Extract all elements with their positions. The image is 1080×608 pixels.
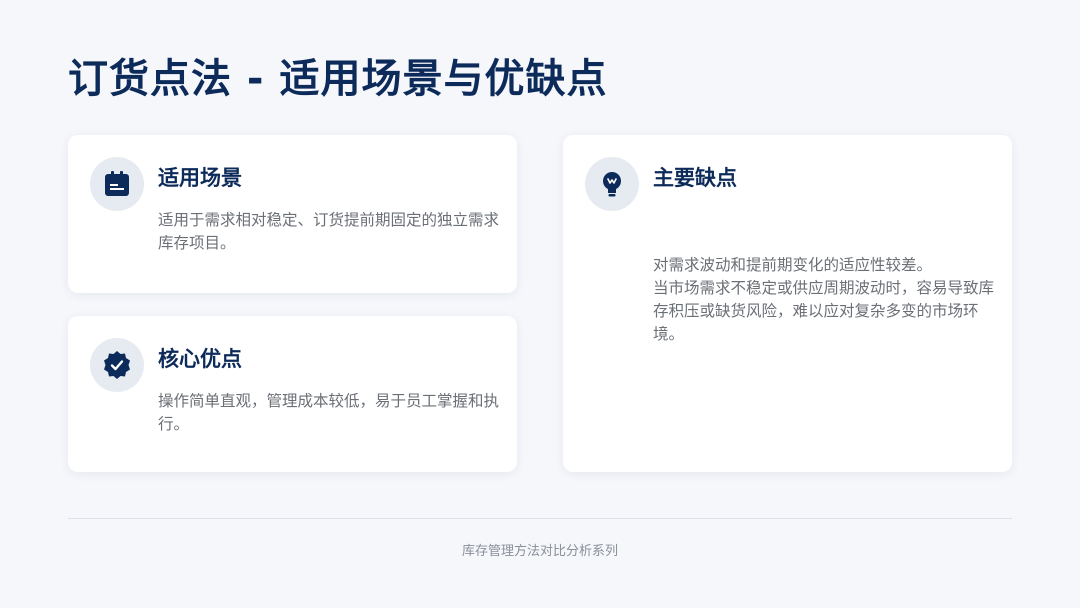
drawback-title: 主要缺点	[653, 166, 737, 190]
advantage-title: 核心优点	[158, 347, 242, 371]
scenario-title: 适用场景	[158, 166, 242, 190]
verified-badge-icon	[90, 338, 144, 392]
footer-text: 库存管理方法对比分析系列	[461, 544, 618, 559]
drawback-card: 主要缺点 对需求波动和提前期变化的适应性较差。 当市场需求不稳定或供应周期波动时…	[563, 135, 1012, 472]
advantage-card: 核心优点 操作简单直观，管理成本较低，易于员工掌握和执行。	[68, 316, 517, 472]
lightbulb-icon	[585, 157, 639, 211]
drawback-description: 对需求波动和提前期变化的适应性较差。 当市场需求不稳定或供应周期波动时，容易导致…	[653, 254, 995, 346]
drawback-description-line2: 当市场需求不稳定或供应周期波动时，容易导致库存积压或缺货风险，难以应对复杂多变的…	[653, 279, 995, 343]
drawback-description-line1: 对需求波动和提前期变化的适应性较差。	[653, 256, 933, 274]
scenario-description: 适用于需求相对稳定、订货提前期固定的独立需求库存项目。	[158, 211, 500, 252]
scenario-card: 适用场景 适用于需求相对稳定、订货提前期固定的独立需求库存项目。	[68, 135, 517, 293]
calendar-icon	[90, 157, 144, 211]
footer-divider	[68, 518, 1012, 519]
advantage-description: 操作简单直观，管理成本较低，易于员工掌握和执行。	[158, 392, 500, 433]
page-title: 订货点法 - 适用场景与优缺点	[68, 56, 608, 102]
